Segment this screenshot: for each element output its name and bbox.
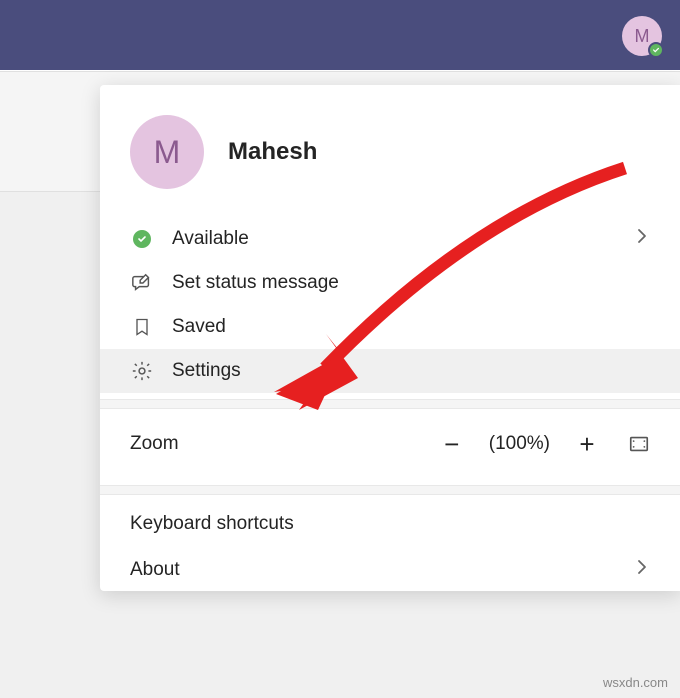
profile-name: Mahesh [228, 138, 317, 166]
chevron-right-icon [634, 559, 650, 581]
gear-icon [130, 359, 154, 383]
menu-item-set-status[interactable]: Set status message [100, 261, 680, 305]
zoom-label: Zoom [130, 433, 431, 455]
zoom-out-button[interactable]: − [439, 431, 465, 457]
menu-item-about[interactable]: About [100, 549, 680, 591]
menu-label-set-status: Set status message [172, 272, 650, 294]
menu-item-settings[interactable]: Settings [100, 349, 680, 393]
app-header: M [0, 0, 680, 70]
bookmark-icon [130, 315, 154, 339]
fullscreen-icon[interactable] [628, 433, 650, 455]
menu-item-status[interactable]: Available [100, 217, 680, 261]
header-avatar[interactable]: M [622, 16, 662, 56]
status-indicator-available-icon [648, 42, 664, 58]
watermark-text: wsxdn.com [603, 675, 668, 690]
header-avatar-initial: M [635, 26, 650, 47]
menu-label-keyboard: Keyboard shortcuts [130, 513, 650, 535]
menu-label-about: About [130, 559, 634, 581]
profile-menu: M Mahesh Available Set status message [100, 85, 680, 591]
profile-avatar: M [130, 115, 204, 189]
zoom-value: (100%) [489, 433, 550, 455]
menu-label-saved: Saved [172, 316, 650, 338]
profile-avatar-initial: M [154, 134, 181, 171]
profile-header: M Mahesh [100, 85, 680, 217]
zoom-in-button[interactable]: + [574, 431, 600, 457]
menu-divider [100, 485, 680, 495]
edit-message-icon [130, 271, 154, 295]
available-status-icon [130, 227, 154, 251]
menu-item-keyboard[interactable]: Keyboard shortcuts [100, 495, 680, 549]
menu-item-saved[interactable]: Saved [100, 305, 680, 349]
menu-label-status: Available [172, 228, 634, 250]
zoom-row: Zoom − (100%) + [100, 409, 680, 479]
menu-divider [100, 399, 680, 409]
chevron-right-icon [634, 228, 650, 250]
menu-label-settings: Settings [172, 360, 650, 382]
